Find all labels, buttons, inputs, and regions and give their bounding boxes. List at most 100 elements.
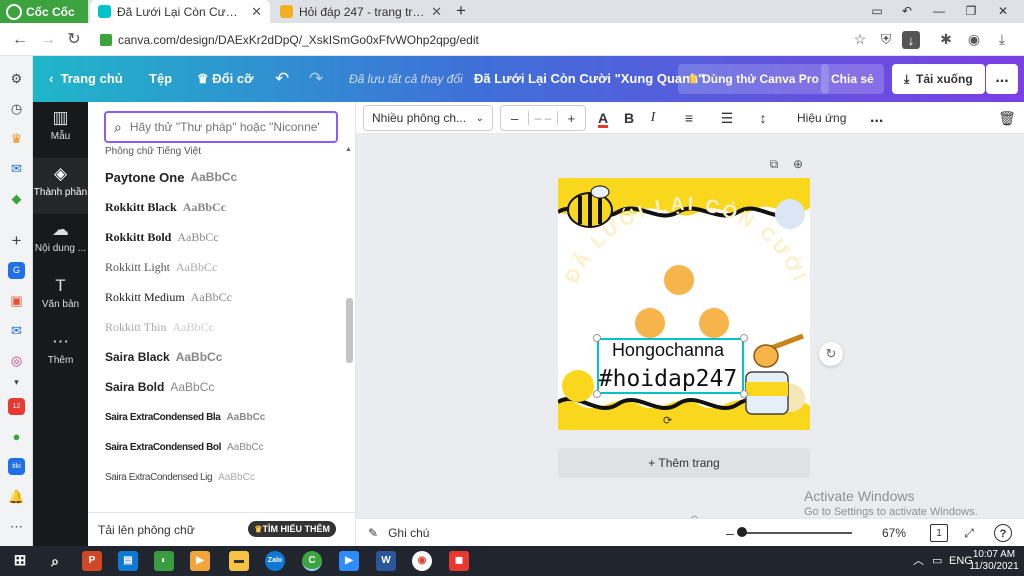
translate-icon[interactable]: G [8, 262, 25, 279]
back-window-icon[interactable]: ↶ [892, 0, 922, 23]
bold-icon[interactable]: B [618, 105, 640, 131]
powerpoint-icon[interactable]: P [82, 551, 102, 571]
notification-bell-icon[interactable]: 🔔 [8, 488, 25, 505]
coccoc-taskbar-icon[interactable]: C [302, 551, 322, 571]
effects-button[interactable]: Hiệu ứng [797, 105, 846, 131]
font-family-select[interactable]: Nhiều phông ch... ⌄ [363, 105, 493, 131]
font-item[interactable]: Saira Bold AaBbCc [105, 372, 343, 402]
upload-fonts-link[interactable]: Tải lên phông chữ [98, 523, 195, 537]
font-search[interactable]: ⌕ [104, 111, 338, 143]
rail-item-more[interactable]: ⋯ Thêm [33, 326, 88, 382]
chrome-icon[interactable]: ◉ [412, 551, 432, 571]
zalo-icon[interactable]: Zalo [265, 551, 285, 571]
zoom-slider-knob[interactable] [737, 527, 747, 537]
profile-icon[interactable]: ◉ [962, 23, 986, 56]
messenger-alt-icon[interactable]: ✉ [8, 322, 25, 339]
taskbar-clock[interactable]: 10:07 AM 11/30/2021 [966, 549, 1022, 573]
sale-1212-icon[interactable]: 12 [8, 398, 25, 415]
scroll-up-icon[interactable]: ▲ [345, 146, 352, 153]
font-item[interactable]: Paytone One AaBbCc [105, 162, 343, 192]
crown-icon[interactable]: ♛ [8, 130, 25, 147]
font-size-input[interactable]: – – [528, 111, 558, 125]
bookmark-star-icon[interactable]: ☆ [848, 23, 872, 56]
instagram-icon[interactable]: ◎ [8, 352, 25, 369]
file-explorer-icon[interactable]: ▬ [229, 551, 249, 571]
minimize-icon[interactable]: — [924, 0, 954, 23]
design-name-text[interactable]: Hongochanna [596, 340, 740, 361]
zoom-level[interactable]: 67% [882, 519, 906, 547]
scrollbar-thumb[interactable] [346, 298, 353, 363]
resize-handle[interactable] [740, 334, 748, 342]
font-item[interactable]: Rokkitt Black AaBbCc [105, 192, 343, 222]
text-color-icon[interactable]: A [592, 105, 614, 131]
learn-more-button[interactable]: ♛TÌM HIỂU THÊM [248, 521, 336, 537]
network-icon[interactable]: ▭ [932, 546, 942, 576]
rail-item-uploads[interactable]: ☁ Nội dung ... [33, 214, 88, 270]
size-decrease-button[interactable]: – [501, 111, 528, 126]
resize-button[interactable]: ♛ Đổi cỡ [197, 56, 253, 102]
rotate-handle-icon[interactable]: ⟳ [663, 414, 672, 427]
add-icon[interactable]: + [8, 232, 25, 249]
rail-item-templates[interactable]: ▥ Mẫu [33, 102, 88, 158]
font-item[interactable]: Saira ExtraCondensed Bla AaBbCc [105, 402, 343, 432]
app-red-icon[interactable]: ◼ [449, 551, 469, 571]
close-tab-icon[interactable]: ✕ [251, 4, 262, 20]
font-search-input[interactable] [129, 120, 320, 134]
forward-icon[interactable]: → [36, 23, 60, 56]
search-icon[interactable]: ⌕ [45, 551, 65, 571]
panel-scrollbar[interactable]: ▲ [345, 146, 353, 511]
redo-icon[interactable]: ↷ [309, 56, 323, 102]
list-icon[interactable]: ☰ [716, 105, 738, 131]
font-item[interactable]: Rokkitt Light AaBbCc [105, 252, 343, 282]
home-button[interactable]: ‹ Trang chủ [49, 56, 123, 102]
reader-icon[interactable]: ▭ [862, 0, 892, 23]
tray-chevron-icon[interactable]: ︿ [913, 546, 924, 576]
extensions-icon[interactable]: ✱ [934, 23, 958, 56]
history-icon[interactable]: ◷ [8, 100, 25, 117]
url-field[interactable]: canva.com/design/DAExKr2dDpQ/_XskISmGo0x… [100, 29, 840, 50]
shopping-icon[interactable]: ▣ [8, 292, 25, 309]
add-page-button[interactable]: + Thêm trang [558, 448, 810, 478]
share-button[interactable]: Chia sẻ [821, 64, 884, 94]
zoom-out-icon[interactable]: – [726, 519, 734, 547]
add-page-icon[interactable]: ⊕ [790, 156, 806, 172]
font-item[interactable]: Rokkitt Medium AaBbCc [105, 282, 343, 312]
windows-start-icon[interactable]: ⊞ [10, 551, 30, 571]
tab-hoidap[interactable]: Hỏi đáp 247 - trang tra loi ✕ [272, 0, 450, 23]
undo-icon[interactable]: ↶ [275, 56, 289, 102]
downloads-icon[interactable]: ⤓ [990, 23, 1014, 56]
settings-gear-icon[interactable]: ⚙ [8, 70, 25, 87]
font-item[interactable]: Saira ExtraCondensed Bol AaBbCc [105, 432, 343, 462]
game-icon[interactable]: ◆ [8, 190, 25, 207]
map-pin-icon[interactable]: ● [8, 428, 25, 445]
font-item[interactable]: Saira Black AaBbCc [105, 342, 343, 372]
align-center-icon[interactable]: ≡ [678, 105, 700, 131]
page-count-icon[interactable]: 1 [930, 524, 948, 542]
reload-icon[interactable]: ↻ [62, 23, 86, 56]
download-button[interactable]: ⤓ Tải xuống [892, 64, 985, 94]
store-icon[interactable]: ▤ [118, 551, 138, 571]
toolbar-more-button[interactable]: ... [870, 105, 883, 131]
coccoc-brand[interactable]: Cốc Cốc [0, 0, 88, 23]
word-icon[interactable]: W [376, 551, 396, 571]
spacing-icon[interactable]: ↕ [752, 105, 774, 131]
size-increase-button[interactable]: + [558, 111, 585, 126]
chevron-down-icon[interactable]: ▾ [8, 374, 25, 391]
font-item[interactable]: Rokkitt Thin AaBbCc [105, 312, 343, 342]
tab-canva[interactable]: Đã Lưới Lại Còn Cười "Xung ✕ [90, 0, 270, 23]
app-icon[interactable]: ◐ [154, 551, 174, 571]
design-title[interactable]: Đã Lưới Lại Còn Cười "Xung Quanh" [474, 56, 704, 102]
messenger-icon[interactable]: ✉ [8, 160, 25, 177]
more-dots-icon[interactable]: ⋯ [8, 518, 25, 535]
download-ext-icon[interactable]: ↓ [902, 31, 920, 49]
rail-item-text[interactable]: T Văn bản [33, 270, 88, 326]
restore-icon[interactable]: ❐ [956, 0, 986, 23]
zoom-slider[interactable] [740, 532, 852, 534]
italic-icon[interactable]: I [642, 105, 664, 131]
trash-icon[interactable]: 🗑 [996, 105, 1018, 131]
font-item[interactable]: Rokkitt Bold AaBbCc [105, 222, 343, 252]
more-options-button[interactable]: ... [986, 64, 1018, 94]
back-icon[interactable]: ← [8, 23, 32, 56]
notes-button[interactable]: ✎ Ghi chú [368, 519, 429, 547]
new-tab-icon[interactable]: + [451, 0, 471, 23]
